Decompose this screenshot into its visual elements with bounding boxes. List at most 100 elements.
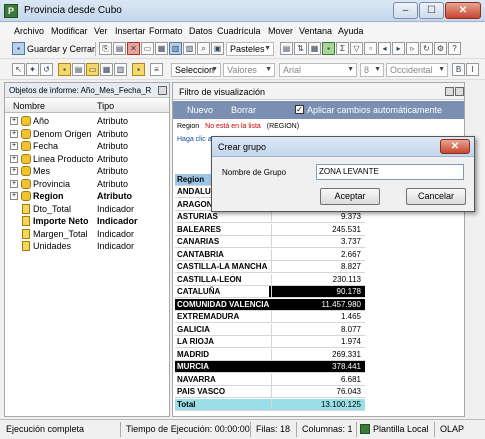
group-name-input[interactable]: ZONA LEVANTE (316, 164, 464, 180)
grid-row[interactable]: LA RIOJA 1.974 (175, 336, 365, 348)
highlight-icon[interactable]: ▪ (132, 63, 145, 76)
col-header-name[interactable]: Nombre (13, 101, 45, 111)
pointer-icon[interactable]: ↖ (12, 63, 25, 76)
value-cell[interactable]: 269.331 (271, 348, 365, 360)
object-row[interactable]: + Linea Producto Atributo (5, 153, 169, 166)
region-cell[interactable]: CANTABRIA (177, 250, 224, 259)
pin-icon[interactable]: ✦ (26, 63, 39, 76)
filter-icon[interactable]: ▽ (350, 42, 363, 55)
grid-row[interactable]: CANTABRIA 2.667 (175, 248, 365, 261)
paste-icon[interactable]: ▤ (113, 42, 126, 55)
values-combo[interactable]: Valores ▼ (223, 63, 275, 77)
close-button[interactable]: ✕ (445, 2, 481, 19)
menu-insertar[interactable]: Insertar (115, 26, 146, 36)
grid-row[interactable]: BALEARES 245.531 (175, 223, 365, 236)
expand-icon[interactable]: + (10, 179, 18, 188)
grid-row[interactable]: MURCIA 378.441 (175, 361, 365, 373)
first-page-icon[interactable]: ◂ (378, 42, 391, 55)
region-cell[interactable]: MADRID (177, 350, 209, 359)
grid-row[interactable]: GALICIA 8.077 (175, 323, 365, 336)
value-cell[interactable]: 378.441 (271, 361, 365, 372)
new-filter-button[interactable]: Nuevo (187, 105, 213, 115)
grid-row[interactable]: Total 13.100.125 (175, 398, 365, 411)
italic-icon[interactable]: I (466, 63, 479, 76)
value-cell[interactable]: 76.043 (271, 386, 365, 397)
col-header-type[interactable]: Tipo (97, 101, 114, 111)
value-cell[interactable]: 230.113 (271, 273, 365, 285)
outline-icon[interactable]: ▪ (322, 42, 335, 55)
grid-view-icon[interactable]: ▥ (169, 42, 182, 55)
grid-row[interactable]: CANARIAS 3.737 (175, 236, 365, 248)
menu-mover[interactable]: Mover (268, 26, 293, 36)
region-cell[interactable]: GALICIA (177, 325, 210, 334)
object-row[interactable]: + Denom Origen Atributo (5, 128, 169, 141)
grid-row[interactable]: MADRID 269.331 (175, 348, 365, 361)
value-cell[interactable]: 13.100.125 (271, 398, 365, 410)
menu-ventana[interactable]: Ventana (299, 26, 332, 36)
value-cell[interactable]: 2.667 (271, 248, 365, 260)
grid-icon[interactable]: ▥ (114, 63, 127, 76)
object-row[interactable]: + Mes Atributo (5, 165, 169, 178)
expand-icon[interactable]: + (10, 117, 18, 125)
expand-icon[interactable]: + (10, 192, 18, 200)
menu-formato[interactable]: Formato (149, 26, 183, 36)
filter-condition[interactable]: Region No está en la lista (REGION) (177, 123, 299, 130)
expand-icon[interactable]: + (10, 142, 18, 150)
object-row[interactable]: Unidades Indicador (5, 240, 169, 253)
menu-cuadricula[interactable]: Cuadrícula (217, 26, 261, 36)
delete-icon[interactable]: ✕ (127, 42, 140, 55)
region-cell[interactable]: BALEARES (177, 225, 221, 234)
grid-row[interactable]: CATALUÑA 90.178 (175, 286, 365, 298)
region-cell[interactable]: LA RIOJA (177, 337, 214, 346)
pin-icon[interactable] (158, 86, 167, 95)
menu-ayuda[interactable]: Ayuda (338, 26, 363, 36)
expand-icon[interactable]: + (10, 154, 18, 163)
region-cell[interactable]: CASTILLA-LA MANCHA (177, 262, 267, 271)
region-cell[interactable]: CANARIAS (177, 237, 219, 246)
export-icon[interactable]: ▦ (155, 42, 168, 55)
undo-icon[interactable]: ↺ (40, 63, 53, 76)
options-icon[interactable]: ⚙ (434, 42, 447, 55)
object-row[interactable]: + Año Atributo (5, 115, 169, 128)
accept-button[interactable]: Aceptar (320, 188, 380, 205)
cube-icon[interactable]: ▪ (58, 63, 71, 76)
save-close-button[interactable]: Guardar y Cerrar (27, 44, 95, 54)
refresh-icon[interactable]: ↻ (420, 42, 433, 55)
value-cell[interactable]: 1.974 (271, 336, 365, 347)
region-cell[interactable]: PAIS VASCO (177, 387, 225, 396)
value-cell[interactable]: 245.531 (271, 223, 365, 235)
folder-icon[interactable]: ▭ (86, 63, 99, 76)
region-cell[interactable]: EXTREMADURA (177, 312, 239, 321)
value-cell[interactable]: 9.373 (271, 211, 365, 222)
grid-row[interactable]: NAVARRA 6.681 (175, 373, 365, 386)
object-row[interactable]: Dto_Total Indicador (5, 203, 169, 216)
region-cell[interactable]: NAVARRA (177, 375, 216, 384)
object-row[interactable]: + Fecha Atributo (5, 140, 169, 153)
style-select[interactable]: Pasteles ▼ (226, 42, 274, 56)
menu-ver[interactable]: Ver (94, 26, 108, 36)
maximize-button[interactable]: ☐ (419, 2, 444, 19)
value-cell[interactable]: 90.178 (271, 286, 365, 297)
value-cell[interactable]: 1.465 (271, 311, 365, 322)
region-cell[interactable]: CATALUÑA (175, 286, 269, 297)
auto-apply-checkbox[interactable]: ✓ (295, 105, 304, 114)
subtotal-icon[interactable]: Σ (336, 42, 349, 55)
object-row[interactable]: + Provincia Atributo (5, 178, 169, 191)
align-icon[interactable]: ≡ (150, 63, 163, 76)
next-page-icon[interactable]: ▸ (392, 42, 405, 55)
format-icon[interactable]: ▣ (211, 42, 224, 55)
value-cell[interactable]: 3.737 (271, 236, 365, 247)
object-row[interactable]: + Region Atributo (5, 190, 169, 203)
table-icon[interactable]: ▤ (280, 42, 293, 55)
zoom-icon[interactable]: ⌕ (197, 42, 210, 55)
size-combo[interactable]: 8 ▼ (360, 63, 384, 77)
menu-datos[interactable]: Datos (189, 26, 213, 36)
grid-row[interactable]: CASTILLA-LA MANCHA 8.827 (175, 261, 365, 273)
region-cell[interactable]: MURCIA (177, 362, 209, 371)
grid-row[interactable]: CASTILLA-LEON 230.113 (175, 273, 365, 286)
pivot-icon[interactable]: ▦ (308, 42, 321, 55)
region-cell[interactable]: ARAGON (177, 200, 213, 209)
last-page-icon[interactable]: ▹ (406, 42, 419, 55)
menu-modificar[interactable]: Modificar (51, 26, 88, 36)
minimize-button[interactable]: – (393, 2, 418, 19)
